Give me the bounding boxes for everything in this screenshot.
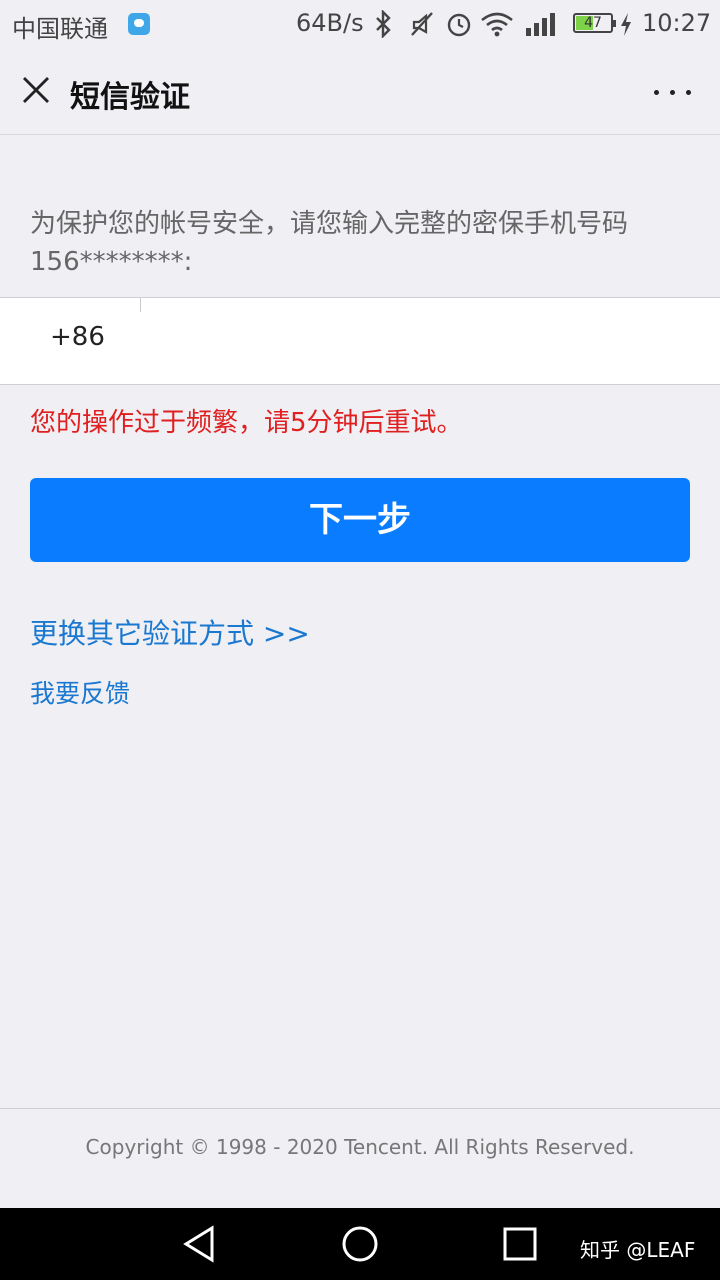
recent-apps-icon[interactable] <box>500 1224 540 1264</box>
clock: 10:27 <box>642 9 712 37</box>
battery-icon: 47 <box>573 13 616 33</box>
copyright-text: Copyright © 1998 - 2020 Tencent. All Rig… <box>85 1135 635 1159</box>
feedback-link[interactable]: 我要反馈 <box>30 674 130 710</box>
network-speed: 64B/s <box>296 9 364 37</box>
page-title: 短信验证 <box>70 80 190 115</box>
status-bar: 中国联通 64B/s 47 10:27 <box>0 0 720 48</box>
switch-verification-link[interactable]: 更换其它验证方式 >> <box>30 612 310 652</box>
verification-hint: 为保护您的帐号安全，请您输入完整的密保手机号码156********: <box>30 209 629 277</box>
country-code[interactable]: +86 <box>50 322 105 352</box>
carrier-name: 中国联通 <box>12 15 108 43</box>
bluetooth-icon <box>372 9 394 44</box>
system-nav-bar: 知乎 @LEAF <box>0 1208 720 1280</box>
error-message: 您的操作过于频繁，请5分钟后重试。 <box>30 408 463 438</box>
divider <box>140 298 141 312</box>
watermark: 知乎 @LEAF <box>580 1238 696 1262</box>
more-button[interactable] <box>652 76 692 106</box>
battery-level: 47 <box>584 15 602 31</box>
wifi-icon <box>480 10 514 44</box>
alarm-icon <box>445 10 473 44</box>
mute-icon <box>408 10 436 44</box>
close-button[interactable] <box>18 72 54 108</box>
message-icon <box>128 13 150 35</box>
footer: Copyright © 1998 - 2020 Tencent. All Rig… <box>0 1108 720 1209</box>
close-icon <box>23 77 49 103</box>
phone-input-row: +86 <box>0 297 720 385</box>
charging-icon <box>619 10 633 44</box>
header-bar: 短信验证 <box>0 48 720 135</box>
back-icon[interactable] <box>180 1224 220 1264</box>
phone-number-input[interactable] <box>150 308 704 374</box>
signal-icon <box>526 12 556 36</box>
next-step-button[interactable]: 下一步 <box>30 478 690 562</box>
home-icon[interactable] <box>340 1224 380 1264</box>
